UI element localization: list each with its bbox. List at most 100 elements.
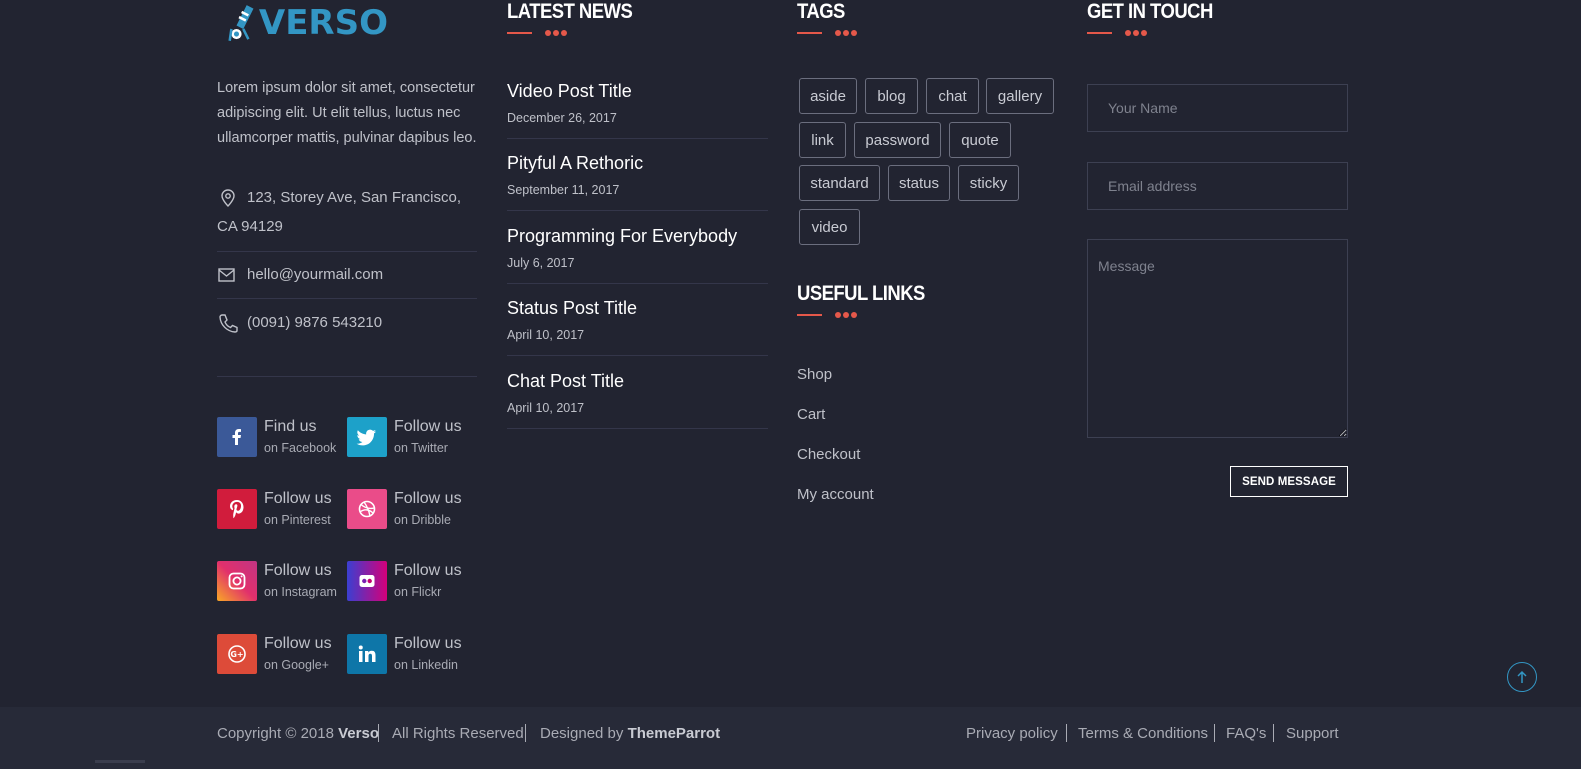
news-date: April 10, 2017 — [507, 328, 585, 342]
rocket-logo-icon — [228, 5, 254, 42]
news-item[interactable]: Chat Post Title April 10, 2017 — [507, 369, 768, 429]
envelope-icon — [218, 268, 235, 282]
link-cart[interactable]: Cart — [797, 405, 825, 425]
email-row[interactable]: hello@yourmail.com — [217, 264, 477, 286]
tag-aside[interactable]: aside — [799, 78, 857, 114]
separator — [1214, 724, 1215, 742]
heading-decoration — [797, 311, 857, 319]
social-line2: on Dribble — [394, 513, 451, 527]
social-flickr[interactable]: Follow us on Flickr — [347, 561, 477, 605]
link-checkout[interactable]: Checkout — [797, 445, 860, 465]
twitter-icon — [347, 417, 387, 457]
footer-link-faq[interactable]: FAQ's — [1226, 725, 1266, 743]
about-text: Lorem ipsum dolor sit amet, consectetur … — [217, 80, 477, 146]
separator — [378, 724, 379, 742]
social-line2: on Instagram — [264, 585, 337, 599]
news-item[interactable]: Programming For Everybody July 6, 2017 — [507, 224, 768, 284]
link-shop[interactable]: Shop — [797, 365, 832, 385]
heading-decoration — [507, 29, 567, 37]
news-item[interactable]: Pityful A Rethoric September 11, 2017 — [507, 151, 768, 211]
news-date: September 11, 2017 — [507, 183, 620, 197]
facebook-icon — [217, 417, 257, 457]
address-text: 123, Storey Ave, San Francisco, CA 94129 — [217, 189, 462, 235]
tags-heading: TAGS — [797, 0, 845, 23]
social-dribbble[interactable]: Follow us on Dribble — [347, 489, 477, 533]
phone-row[interactable]: (0091) 9876 543210 — [217, 312, 477, 334]
dribbble-icon — [347, 489, 387, 529]
social-line1: Follow us — [394, 418, 462, 435]
tag-blog[interactable]: blog — [865, 78, 918, 114]
social-line1: Follow us — [394, 490, 462, 507]
linkedin-icon — [347, 634, 387, 674]
news-heading: LATEST NEWS — [507, 0, 633, 23]
tag-quote[interactable]: quote — [949, 122, 1011, 158]
separator — [1273, 724, 1274, 742]
news-item[interactable]: Status Post Title April 10, 2017 — [507, 296, 768, 356]
social-line2: on Linkedin — [394, 658, 458, 672]
divider — [217, 376, 477, 377]
footer-link-privacy[interactable]: Privacy policy — [966, 725, 1058, 743]
arrow-up-icon — [1517, 670, 1527, 683]
news-title[interactable]: Pityful A Rethoric — [507, 151, 768, 175]
email-input[interactable] — [1087, 162, 1348, 210]
social-line2: on Pinterest — [264, 513, 331, 527]
news-title[interactable]: Status Post Title — [507, 296, 768, 320]
separator — [1066, 724, 1067, 742]
news-title[interactable]: Programming For Everybody — [507, 224, 768, 248]
news-date: July 6, 2017 — [507, 256, 575, 270]
social-instagram[interactable]: Follow us on Instagram — [217, 561, 347, 605]
email-link[interactable]: hello@yourmail.com — [247, 264, 383, 286]
social-line1: Find us — [264, 418, 317, 435]
social-line1: Follow us — [264, 635, 332, 652]
heading-decoration — [797, 29, 857, 37]
tag-sticky[interactable]: sticky — [958, 165, 1019, 201]
tag-password[interactable]: password — [854, 122, 941, 158]
address-row: 123, Storey Ave, San Francisco, CA 94129 — [217, 183, 477, 241]
logo[interactable]: VERSO — [228, 0, 388, 46]
footer-link-terms[interactable]: Terms & Conditions — [1078, 725, 1208, 743]
social-line1: Follow us — [264, 490, 332, 507]
social-pinterest[interactable]: Follow us on Pinterest — [217, 489, 347, 533]
tag-gallery[interactable]: gallery — [986, 78, 1054, 114]
news-title[interactable]: Chat Post Title — [507, 369, 768, 393]
tag-status[interactable]: status — [888, 165, 950, 201]
social-line1: Follow us — [394, 562, 462, 579]
news-date: April 10, 2017 — [507, 401, 585, 415]
message-textarea[interactable] — [1087, 239, 1348, 438]
designed-by: Designed by ThemeParrot — [540, 725, 720, 743]
instagram-icon — [217, 561, 257, 601]
links-heading: USEFUL LINKS — [797, 282, 925, 305]
news-title[interactable]: Video Post Title — [507, 79, 768, 103]
social-google-plus[interactable]: G+ Follow us on Google+ — [217, 634, 347, 678]
news-date: December 26, 2017 — [507, 111, 617, 125]
scroll-to-top-button[interactable] — [1507, 662, 1537, 692]
social-line2: on Facebook — [264, 441, 337, 455]
tag-chat[interactable]: chat — [926, 78, 979, 114]
social-twitter[interactable]: Follow us on Twitter — [347, 417, 477, 461]
rights-text: All Rights Reserved — [392, 725, 524, 742]
tag-link[interactable]: link — [799, 122, 846, 158]
news-item[interactable]: Video Post Title December 26, 2017 — [507, 79, 768, 139]
designed-by-text: Designed by — [540, 725, 624, 742]
social-line1: Follow us — [264, 562, 332, 579]
copyright: Copyright © 2018 Verso — [217, 725, 379, 743]
social-facebook[interactable]: Find us on Facebook — [217, 417, 347, 461]
send-message-button[interactable]: SEND MESSAGE — [1230, 466, 1348, 497]
divider — [217, 298, 477, 299]
link-my-account[interactable]: My account — [797, 485, 874, 505]
site-footer: VERSO Lorem ipsum dolor sit amet, consec… — [0, 0, 1581, 769]
footer-link-support[interactable]: Support — [1286, 725, 1339, 743]
name-input[interactable] — [1087, 84, 1348, 132]
social-line2: on Twitter — [394, 441, 448, 455]
social-line2: on Flickr — [394, 585, 442, 599]
social-linkedin[interactable]: Follow us on Linkedin — [347, 634, 477, 678]
divider — [217, 251, 477, 252]
flickr-icon — [347, 561, 387, 601]
tag-video[interactable]: video — [799, 209, 860, 245]
phone-text: (0091) 9876 543210 — [247, 314, 383, 331]
heading-decoration — [1087, 29, 1147, 37]
logo-text: VERSO — [258, 3, 388, 43]
social-line2: on Google+ — [264, 658, 329, 672]
designer-link[interactable]: ThemeParrot — [628, 725, 721, 742]
tag-standard[interactable]: standard — [799, 165, 880, 201]
